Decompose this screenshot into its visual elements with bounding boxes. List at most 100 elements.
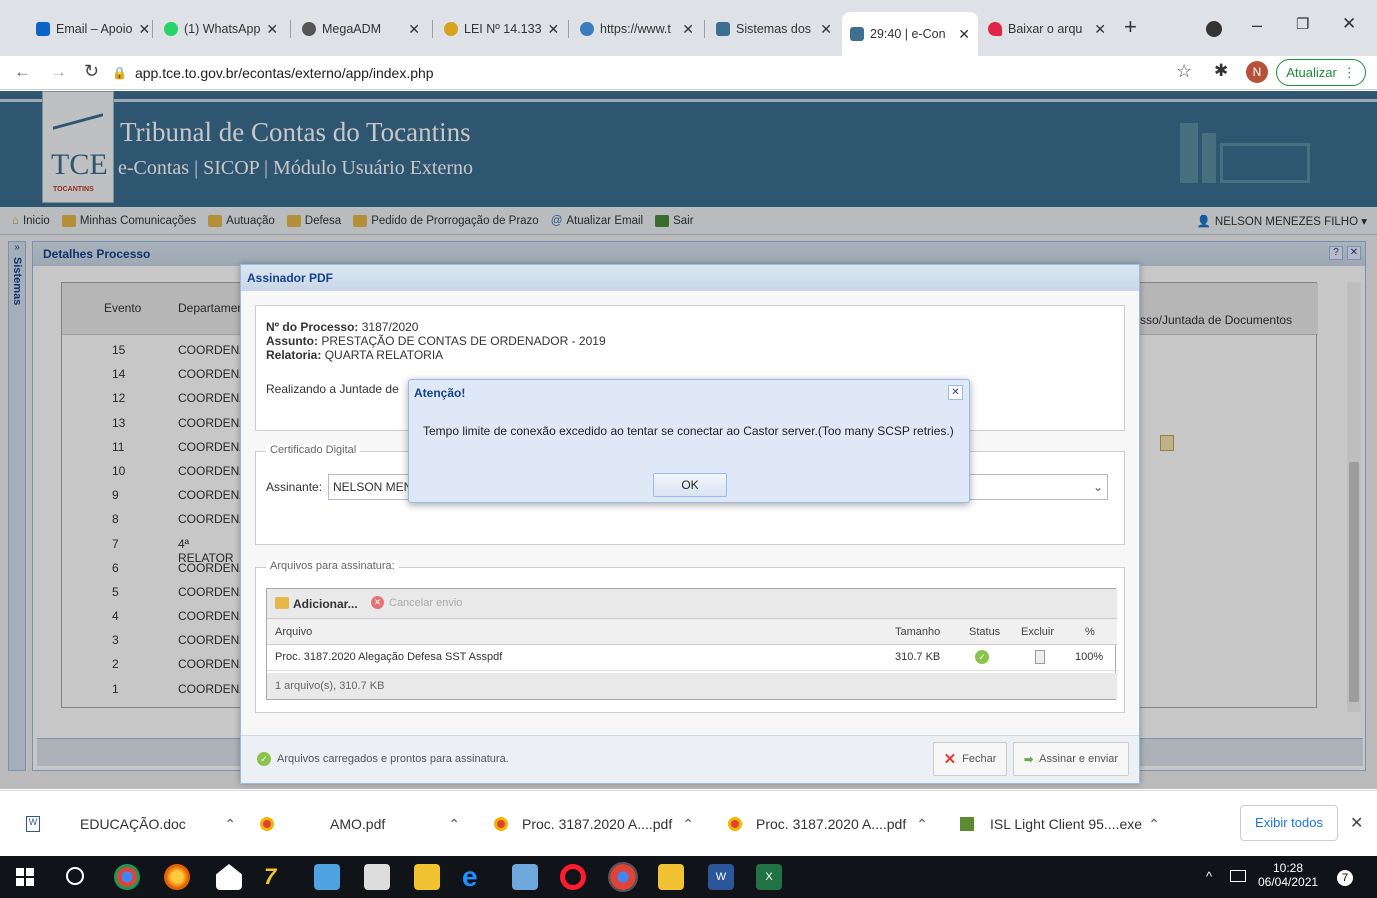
- tce-icon: [850, 27, 864, 41]
- close-tab-icon[interactable]: ✕: [958, 26, 970, 43]
- chevron-down-icon: ⌄: [1092, 480, 1103, 494]
- download-item[interactable]: AMO.pdf ⌃: [260, 791, 460, 857]
- excel-icon[interactable]: X: [756, 864, 782, 890]
- files-summary: 1 arquivo(s), 310.7 KB: [267, 673, 1117, 699]
- sticky-notes-icon[interactable]: [658, 864, 684, 890]
- plus-icon[interactable]: +: [1124, 14, 1137, 40]
- firefox-icon[interactable]: [164, 864, 190, 890]
- browser-tab[interactable]: Email – Apoio ✕: [28, 14, 150, 44]
- download-item[interactable]: ISL Light Client 95....exe ⌃: [960, 791, 1160, 857]
- calculator-icon[interactable]: [364, 864, 390, 890]
- close-tab-icon[interactable]: ✕: [138, 21, 150, 38]
- network-app-icon[interactable]: [512, 864, 538, 890]
- assinador-pdf-window: Assinador PDF Nº do Processo: 3187/2020 …: [240, 264, 1140, 784]
- browser-tab[interactable]: (1) WhatsApp ✕: [156, 14, 286, 44]
- downloads-bar: W EDUCAÇÃO.doc ⌃ AMO.pdf ⌃ Proc. 3187.2020 …: [0, 790, 1377, 856]
- files-toolbar: Adicionar... ✕ Cancelar envio: [267, 589, 1117, 619]
- heart-icon: [988, 22, 1002, 36]
- browser-tab[interactable]: LEI Nº 14.133 ✕: [436, 14, 566, 44]
- extension-circle-icon[interactable]: [1206, 21, 1222, 37]
- alert-dialog: Atenção! ✕ Tempo limite de conexão exced…: [408, 379, 970, 503]
- show-all-downloads-button[interactable]: Exibir todos: [1240, 805, 1338, 841]
- chrome-active-icon[interactable]: [608, 862, 638, 892]
- forward-icon[interactable]: →: [50, 62, 67, 82]
- alert-title: Atenção!: [414, 386, 466, 400]
- file-explorer-icon[interactable]: [414, 864, 440, 890]
- chrome-icon: [260, 817, 274, 831]
- chevron-up-icon[interactable]: ⌃: [916, 816, 928, 833]
- check-circle-icon: ✓: [257, 752, 271, 766]
- battery-icon[interactable]: [1230, 870, 1246, 882]
- status-ok-icon: ✓: [975, 650, 989, 664]
- ok-button[interactable]: OK: [653, 473, 727, 497]
- word-icon[interactable]: W: [708, 864, 734, 890]
- chevron-up-icon[interactable]: ⌃: [224, 816, 236, 833]
- browser-tab-strip: Email – Apoio ✕ (1) WhatsApp ✕ MegaADM ✕ LE…: [0, 0, 1377, 56]
- red-x-icon: ✕: [943, 751, 957, 768]
- close-tab-icon[interactable]: ✕: [682, 21, 694, 38]
- close-tab-icon[interactable]: ✕: [408, 21, 420, 38]
- puzzle-icon[interactable]: ✱: [1214, 61, 1228, 81]
- windows-taskbar: 7 e W X ^ 10:28 06/04/2021 7: [0, 856, 1377, 898]
- chrome-icon: [494, 817, 508, 831]
- globe-icon: [302, 22, 316, 36]
- tray-chevron-icon[interactable]: ^: [1206, 869, 1212, 884]
- outlook-icon: [36, 22, 50, 36]
- alert-close-icon[interactable]: ✕: [948, 385, 963, 400]
- address-bar: ← → ↻ 🔒 app.tce.to.gov.br/econtas/extern…: [0, 56, 1377, 90]
- star-icon[interactable]: ☆: [1176, 61, 1192, 82]
- browser-tab[interactable]: Baixar o arqu ✕: [980, 14, 1114, 44]
- cancel-upload-button[interactable]: Cancelar envio: [389, 597, 462, 609]
- url-field[interactable]: 🔒 app.tce.to.gov.br/econtas/externo/app/…: [112, 59, 1162, 87]
- page-content: TCE TOCANTINS Tribunal de Contas do Toca…: [0, 91, 1377, 789]
- clock[interactable]: 10:28 06/04/2021: [1258, 861, 1318, 889]
- close-tab-icon[interactable]: ✕: [1094, 21, 1106, 38]
- reload-icon[interactable]: ↻: [84, 61, 99, 82]
- download-item[interactable]: W EDUCAÇÃO.doc ⌃: [26, 791, 236, 857]
- notifications-icon[interactable]: 7: [1334, 866, 1356, 888]
- arquivos-fieldset: Arquivos para assinatura: Adicionar... ✕…: [255, 560, 1125, 713]
- browser-tab[interactable]: MegaADM ✕: [294, 14, 428, 44]
- window-title: Assinador PDF: [241, 265, 1139, 291]
- close-tab-icon[interactable]: ✕: [548, 21, 560, 38]
- sign-arrow-icon: ➡: [1023, 753, 1034, 766]
- assinar-enviar-button[interactable]: ➡ Assinar e enviar: [1013, 742, 1129, 776]
- file-row[interactable]: Proc. 3187.2020 Alegação Defesa SST Assp…: [267, 645, 1117, 671]
- opera-icon[interactable]: [560, 864, 586, 890]
- browser-tab[interactable]: https://www.t ✕: [572, 14, 702, 44]
- download-item[interactable]: Proc. 3187.2020 A....pdf ⌃: [728, 791, 928, 857]
- edge-icon[interactable]: e: [462, 863, 488, 891]
- trash-icon[interactable]: [1035, 650, 1045, 664]
- close-downloads-icon[interactable]: ✕: [1350, 813, 1363, 833]
- window-close-icon[interactable]: ✕: [1342, 14, 1356, 34]
- search-circle-icon[interactable]: [66, 867, 84, 885]
- browser-tab[interactable]: Sistemas dos ✕: [708, 14, 840, 44]
- close-tab-icon[interactable]: ✕: [266, 21, 278, 38]
- add-files-button[interactable]: Adicionar...: [293, 597, 358, 611]
- windows-start-icon[interactable]: [16, 868, 34, 886]
- chevron-up-icon[interactable]: ⌃: [1148, 816, 1160, 833]
- chrome-icon[interactable]: [114, 864, 140, 890]
- restore-icon[interactable]: ❐: [1296, 15, 1309, 33]
- fechar-button[interactable]: ✕ Fechar: [933, 742, 1007, 776]
- mail-icon[interactable]: [216, 864, 242, 890]
- back-icon[interactable]: ←: [14, 62, 31, 82]
- alert-message: Tempo limite de conexão excedido ao tent…: [423, 424, 954, 438]
- browser-tab-active[interactable]: 29:40 | e-Con ✕: [842, 12, 978, 56]
- folder-add-icon: [275, 597, 289, 609]
- site-icon: [580, 22, 594, 36]
- installer-icon: [960, 817, 974, 831]
- 7zip-icon[interactable]: 7: [264, 864, 290, 890]
- files-header: Arquivo Tamanho Status Excluir %: [267, 619, 1117, 645]
- more-icon: ⋮: [1342, 64, 1356, 80]
- minimize-icon[interactable]: –: [1252, 15, 1262, 36]
- monitor-icon[interactable]: [314, 864, 340, 890]
- lock-icon: 🔒: [112, 66, 127, 80]
- update-button[interactable]: Atualizar ⋮: [1276, 59, 1366, 86]
- profile-avatar[interactable]: N: [1246, 61, 1268, 83]
- download-item[interactable]: Proc. 3187.2020 A....pdf ⌃: [494, 791, 694, 857]
- chevron-up-icon[interactable]: ⌃: [448, 816, 460, 833]
- law-site-icon: [444, 22, 458, 36]
- chevron-up-icon[interactable]: ⌃: [682, 816, 694, 833]
- close-tab-icon[interactable]: ✕: [820, 21, 832, 38]
